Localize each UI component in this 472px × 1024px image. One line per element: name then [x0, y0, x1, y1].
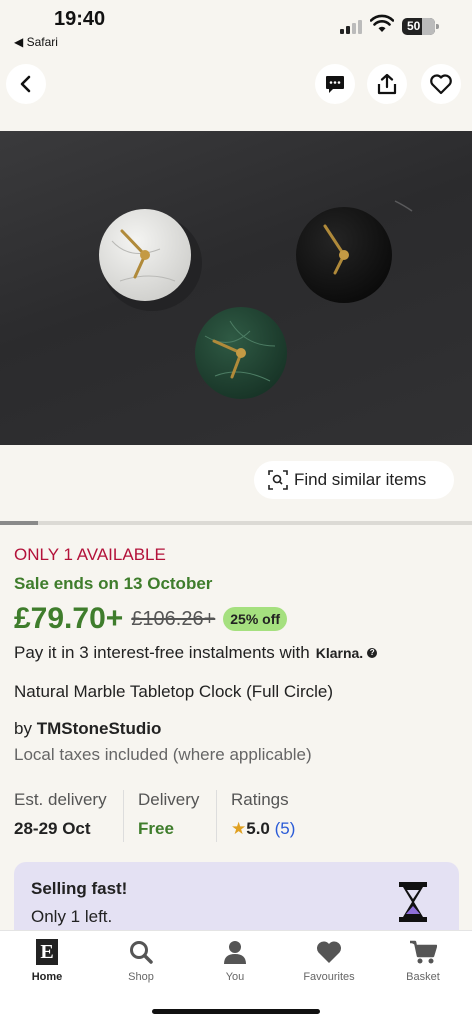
cart-icon [410, 940, 437, 964]
shop-name-link[interactable]: TMStoneStudio [37, 719, 162, 738]
person-icon [224, 941, 246, 964]
est-delivery-block: Est. delivery 28-29 Oct [14, 790, 107, 839]
back-button[interactable] [6, 64, 46, 104]
discount-badge: 25% off [223, 607, 288, 631]
shop-byline: by TMStoneStudio [14, 719, 161, 739]
ratings-value-row: ★5.0 (5) [231, 819, 295, 839]
chat-bubble-icon [326, 76, 344, 93]
delivery-label: Delivery [138, 790, 200, 809]
message-seller-button[interactable] [315, 64, 355, 104]
find-similar-items-button[interactable]: Find similar items [254, 461, 454, 499]
status-bar: 19:40 ◀ Safari 50 [0, 0, 472, 56]
tab-favourites[interactable]: Favourites [289, 939, 369, 983]
cellular-signal-icon [340, 18, 366, 34]
back-to-safari-link[interactable]: ◀ Safari [14, 35, 58, 49]
instalments-text: Pay it in 3 interest-free instalments wi… [14, 643, 310, 662]
est-delivery-label: Est. delivery [14, 790, 107, 809]
star-icon: ★ [231, 819, 247, 838]
klarna-logo: Klarna. [315, 645, 364, 661]
etsy-logo-icon: E [36, 939, 58, 965]
info-divider [216, 790, 217, 842]
product-image[interactable] [0, 131, 472, 445]
ratings-label: Ratings [231, 790, 289, 809]
rating-value: 5.0 [246, 819, 270, 838]
hourglass-icon [399, 882, 427, 922]
shop-prefix: by [14, 719, 32, 738]
battery-level: 50 [407, 19, 421, 33]
tab-basket[interactable]: Basket [383, 939, 463, 983]
info-icon[interactable]: ? [367, 648, 378, 658]
marble-clocks-photo [99, 200, 413, 399]
wifi-icon [370, 14, 394, 32]
sale-ends-label: Sale ends on 13 October [14, 574, 213, 593]
selling-fast-title: Selling fast! [31, 879, 128, 898]
share-button[interactable] [367, 64, 407, 104]
original-price: £106.26+ [131, 607, 216, 630]
taxes-note: Local taxes included (where applicable) [14, 745, 312, 764]
search-icon [130, 941, 153, 964]
heart-icon [316, 941, 342, 963]
tab-you-label: You [225, 971, 245, 983]
tab-home-label: Home [31, 971, 63, 983]
status-time: 19:40 [54, 8, 106, 30]
info-divider [123, 790, 124, 842]
tab-you[interactable]: You [195, 939, 275, 983]
availability-label: ONLY 1 AVAILABLE [14, 545, 166, 564]
current-price: £79.70+ [14, 602, 124, 635]
tab-favourites-label: Favourites [303, 971, 355, 983]
selling-fast-subtitle: Only 1 left. [31, 907, 113, 926]
image-carousel-progress [0, 521, 472, 525]
tab-shop[interactable]: Shop [101, 939, 181, 983]
battery-indicator: 50 [402, 18, 439, 35]
image-carousel-progress-fill [0, 521, 38, 525]
share-icon [377, 73, 397, 95]
price-row: £79.70+ £106.26+ 25% off [14, 602, 288, 636]
rating-count-link[interactable]: (5) [275, 819, 296, 838]
tab-shop-label: Shop [128, 971, 154, 983]
visual-search-icon [268, 470, 288, 490]
tab-basket-label: Basket [406, 971, 440, 983]
delivery-value: Free [138, 819, 174, 838]
chevron-left-icon [20, 75, 31, 93]
heart-outline-icon [430, 74, 452, 95]
product-title: Natural Marble Tabletop Clock (Full Circ… [14, 682, 334, 701]
find-similar-label: Find similar items [294, 470, 427, 489]
tab-home[interactable]: E Home [7, 939, 87, 983]
est-delivery-value: 28-29 Oct [14, 819, 91, 838]
favourite-button[interactable] [421, 64, 461, 104]
ratings-block[interactable]: Ratings ★5.0 (5) [231, 790, 295, 839]
home-indicator [152, 1009, 320, 1014]
delivery-block: Delivery Free [138, 790, 199, 839]
klarna-instalments[interactable]: Pay it in 3 interest-free instalments wi… [14, 643, 378, 663]
